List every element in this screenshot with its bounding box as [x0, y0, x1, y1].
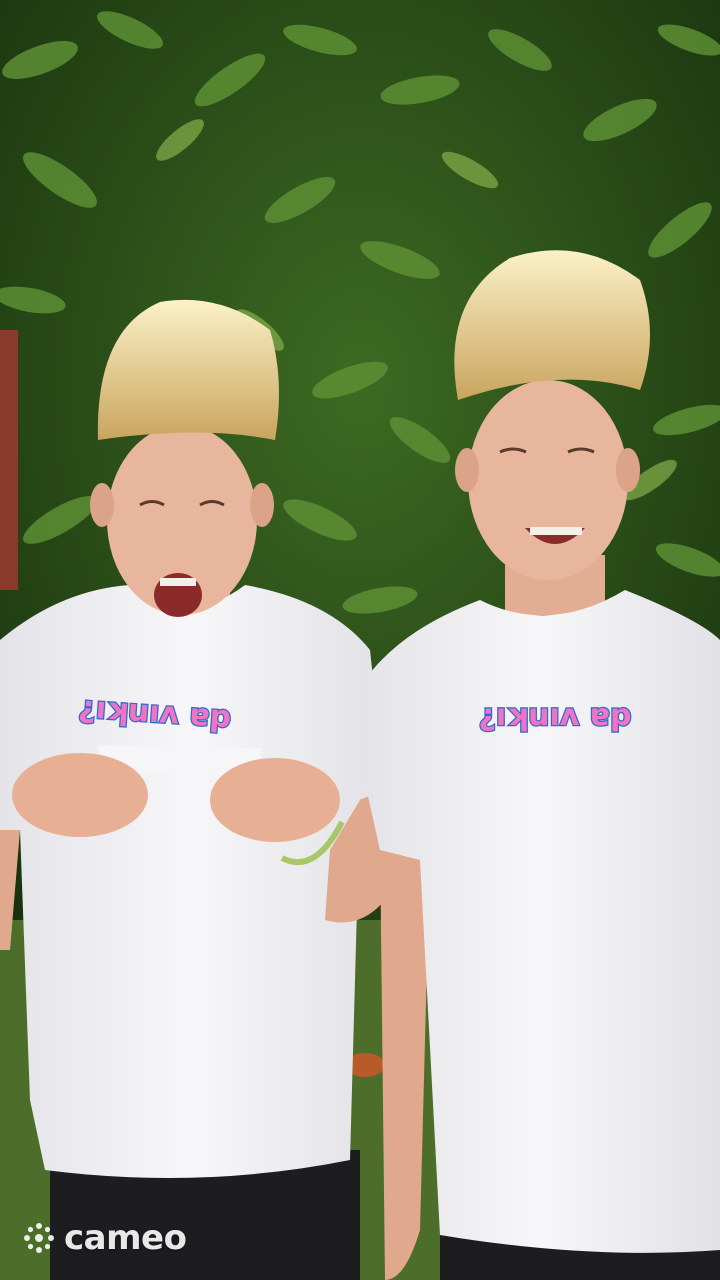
fence-post — [0, 330, 18, 590]
cameo-wordmark: cameo — [64, 1218, 187, 1258]
shirt-print-right: ¿ıʞuıʌ ɐp — [478, 698, 631, 733]
cameo-logo-icon — [24, 1223, 54, 1253]
video-frame: ¿ıʞuıʌ ɐp ¿ıʞuıʌ ɐp — [0, 0, 720, 1280]
cameo-watermark: cameo — [22, 1216, 187, 1260]
